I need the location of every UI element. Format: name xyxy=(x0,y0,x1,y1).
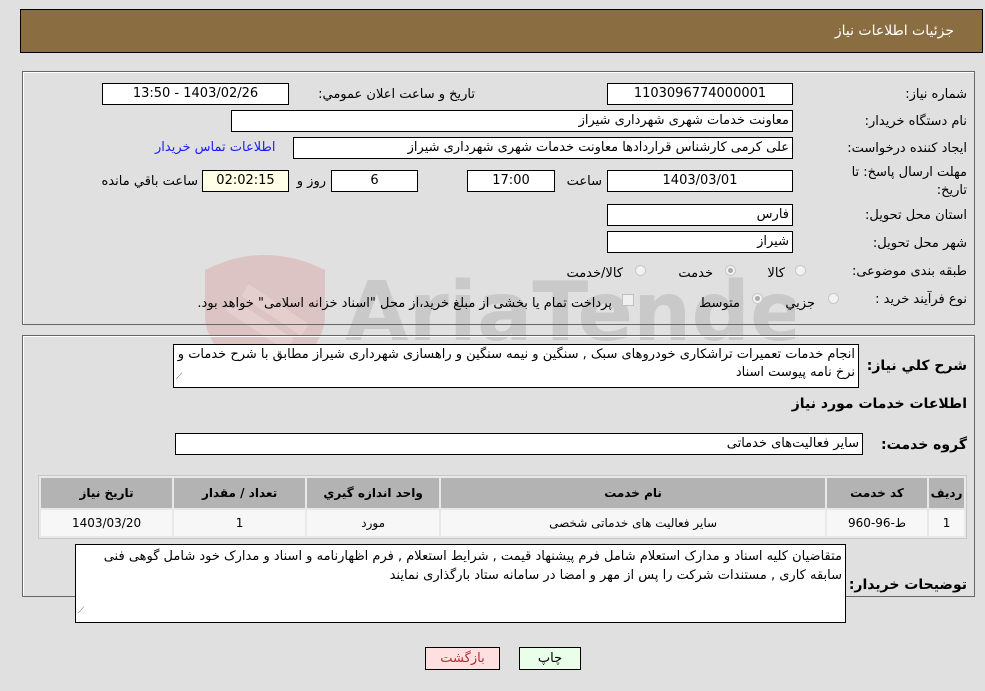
province-field: فارس xyxy=(607,204,793,226)
deadline-date-field: 1403/03/01 xyxy=(607,170,793,192)
cell-need-date: 1403/03/20 xyxy=(41,510,173,536)
announce-datetime-label: تاریخ و ساعت اعلان عمومي: xyxy=(318,87,475,102)
remaining-time-label: ساعت باقي مانده xyxy=(101,174,198,189)
deadline-time-field: 17:00 xyxy=(467,170,555,192)
summary-textarea[interactable]: انجام خدمات تعمیرات تراشکاری خودروهای سب… xyxy=(173,344,859,388)
process-type-label: نوع فرآیند خرید : xyxy=(875,292,967,307)
back-button[interactable]: بازگشت xyxy=(425,647,500,670)
category-label: طبقه بندی موضوعی: xyxy=(851,264,967,279)
services-heading: اطلاعات خدمات مورد نیاز xyxy=(791,396,967,412)
category-option-goods-service: کالا/خدمت xyxy=(566,266,623,281)
days-label: روز و xyxy=(296,174,326,189)
process-radio-minor[interactable] xyxy=(828,293,839,304)
announce-datetime-field: 1403/02/26 - 13:50 xyxy=(102,83,289,105)
cell-quantity: 1 xyxy=(174,510,306,536)
city-field: شیراز xyxy=(607,231,793,253)
need-number-field: 1103096774000001 xyxy=(607,83,793,105)
resize-grip-icon[interactable]: ⟋ xyxy=(176,368,182,386)
buyer-notes-textarea[interactable]: متقاضیان کلیه اسناد و مدارک استعلام شامل… xyxy=(75,544,846,623)
cell-service-name: سایر فعالیت های خدماتی شخصی xyxy=(441,510,825,536)
service-group-label: گروه خدمت: xyxy=(881,437,967,453)
col-header-unit: واحد اندازه گيري xyxy=(307,478,440,508)
process-option-medium: متوسط xyxy=(699,296,740,311)
need-number-label: شماره نیاز: xyxy=(905,87,967,102)
requester-label: ایجاد کننده درخواست: xyxy=(847,141,967,156)
col-header-quantity: تعداد / مقدار xyxy=(174,478,306,508)
col-header-service-name: نام خدمت xyxy=(441,478,825,508)
treasury-payment-note: پرداخت تمام یا بخشی از مبلغ خرید،از محل … xyxy=(197,296,612,311)
cell-service-code: ط-96-960 xyxy=(826,510,928,536)
page-title: جزئیات اطلاعات نیاز xyxy=(834,23,954,39)
buyer-contact-link[interactable]: اطلاعات تماس خريدار xyxy=(155,140,275,155)
category-radio-goods[interactable] xyxy=(795,265,806,276)
table-row: 1 ط-96-960 سایر فعالیت های خدماتی شخصی م… xyxy=(41,510,964,536)
buyer-org-field: معاونت خدمات شهری شهرداری شیراز xyxy=(231,110,793,132)
buyer-org-label: نام دستگاه خريدار: xyxy=(864,114,967,129)
cell-row-number: 1 xyxy=(929,510,964,536)
col-header-row-number: رديف xyxy=(929,478,964,508)
deadline-label-line2: تاريخ: xyxy=(936,183,967,198)
table-header-row: رديف كد خدمت نام خدمت واحد اندازه گيري ت… xyxy=(41,478,964,508)
service-group-field: سایر فعالیت‌های خدماتی xyxy=(175,433,863,455)
remaining-time-field: 02:02:15 xyxy=(202,170,289,192)
treasury-payment-checkbox[interactable] xyxy=(622,294,634,306)
buyer-notes-label: توضيحات خريدار: xyxy=(848,577,967,593)
process-radio-medium[interactable] xyxy=(752,293,763,304)
col-header-service-code: كد خدمت xyxy=(826,478,928,508)
province-label: استان محل تحویل: xyxy=(865,208,967,223)
summary-text: انجام خدمات تعمیرات تراشکاری خودروهای سب… xyxy=(177,347,855,380)
deadline-time-label: ساعت xyxy=(566,174,602,189)
category-radio-goods-service[interactable] xyxy=(635,265,646,276)
category-radio-service[interactable] xyxy=(725,265,736,276)
category-option-service: خدمت xyxy=(678,266,713,281)
page-header: جزئیات اطلاعات نیاز xyxy=(20,9,983,53)
cell-unit: مورد xyxy=(307,510,440,536)
deadline-label-line1: مهلت ارسال پاسخ: تا xyxy=(851,165,967,180)
print-button[interactable]: چاپ xyxy=(519,647,581,670)
city-label: شهر محل تحویل: xyxy=(872,236,967,251)
resize-grip-icon[interactable]: ⟋ xyxy=(78,602,84,621)
category-option-goods: کالا xyxy=(767,266,785,281)
requester-field: علی کرمی کارشناس قراردادها معاونت خدمات … xyxy=(293,137,793,159)
process-option-minor: جزيي xyxy=(785,296,815,311)
summary-label: شرح كلي نياز: xyxy=(866,358,967,374)
remaining-days-field: 6 xyxy=(331,170,418,192)
services-table: رديف كد خدمت نام خدمت واحد اندازه گيري ت… xyxy=(38,475,967,539)
buyer-notes-text: متقاضیان کلیه اسناد و مدارک استعلام شامل… xyxy=(103,549,842,583)
col-header-need-date: تاريخ نياز xyxy=(41,478,173,508)
